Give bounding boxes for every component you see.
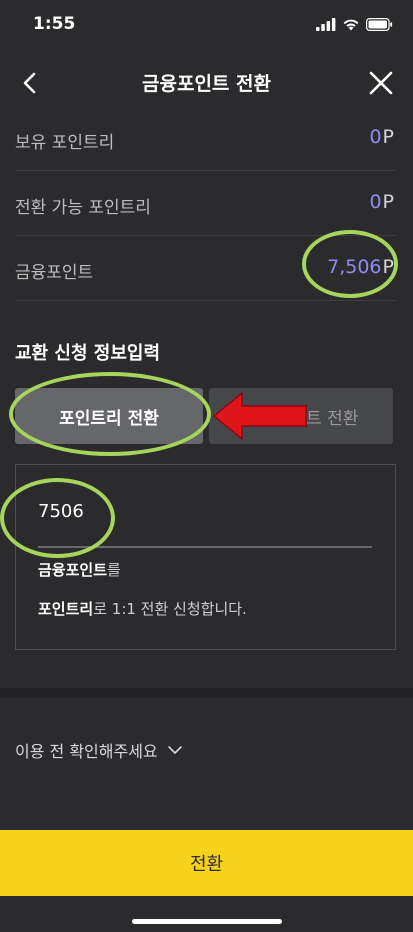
balance-row-owned-pointree: 보유 포인트리 0P xyxy=(15,106,396,171)
close-button[interactable] xyxy=(367,68,395,98)
balance-row-financial-points: 금융포인트 7,506P xyxy=(15,236,396,301)
section-divider xyxy=(0,688,413,698)
tab-financial-point-conversion[interactable]: 금융포인트 전환 xyxy=(209,388,393,444)
cellular-signal-icon xyxy=(316,16,336,35)
tab-label: 금융포인트 전환 xyxy=(243,408,359,429)
status-icons xyxy=(316,16,393,35)
wifi-icon xyxy=(342,16,360,35)
convert-button-label: 전환 xyxy=(189,854,224,875)
input-underline xyxy=(38,546,372,548)
battery-icon xyxy=(366,16,393,35)
form-description-line-2: 포인트리로 1:1 전환 신청합니다. xyxy=(38,600,247,618)
balance-value: 0P xyxy=(369,191,394,213)
amount-input[interactable] xyxy=(38,501,372,522)
conversion-form: 금융포인트를 포인트리로 1:1 전환 신청합니다. xyxy=(15,464,396,650)
balance-value: 0P xyxy=(369,126,394,148)
notice-label: 이용 전 확인해주세요 xyxy=(15,742,158,761)
notice-toggle[interactable]: 이용 전 확인해주세요 xyxy=(15,738,182,762)
page-title: 금융포인트 전환 xyxy=(142,73,271,95)
balance-label: 금융포인트 xyxy=(15,263,94,283)
form-description-line-1: 금융포인트를 xyxy=(38,561,121,579)
balance-label: 보유 포인트리 xyxy=(15,133,115,153)
section-title: 교환 신청 정보입력 xyxy=(15,343,161,364)
balance-value: 7,506P xyxy=(327,256,394,278)
status-time: 1:55 xyxy=(33,14,76,34)
balance-row-convertible-pointree: 전환 가능 포인트리 0P xyxy=(15,171,396,236)
status-bar: 1:55 xyxy=(0,0,413,50)
balance-label: 전환 가능 포인트리 xyxy=(15,198,151,218)
home-indicator-area xyxy=(0,896,413,932)
chevron-down-icon xyxy=(167,746,182,754)
home-indicator xyxy=(132,919,282,924)
tab-pointree-conversion[interactable]: 포인트리 전환 xyxy=(15,388,203,444)
tab-label: 포인트리 전환 xyxy=(59,408,159,429)
convert-button[interactable]: 전환 xyxy=(0,830,413,896)
close-icon xyxy=(369,71,393,95)
